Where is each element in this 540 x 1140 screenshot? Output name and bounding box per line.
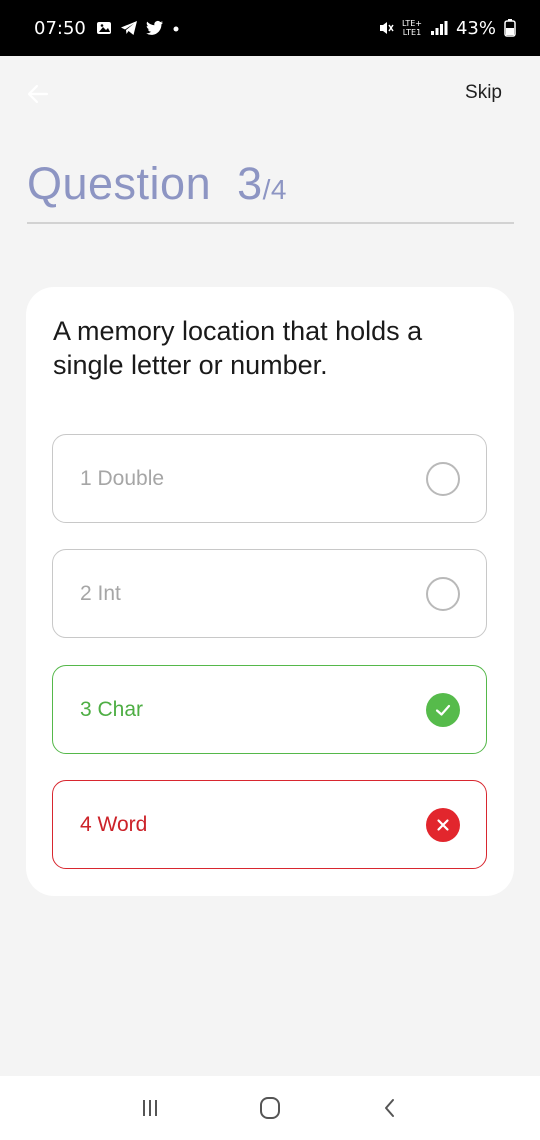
- question-word: Question: [27, 158, 212, 209]
- volte-icon: LTE+ LTE1: [402, 19, 422, 37]
- status-left: 07:50: [34, 18, 180, 39]
- question-total: /4: [262, 174, 288, 205]
- gallery-icon: [96, 22, 111, 34]
- signal-icon: [430, 21, 448, 35]
- arrow-left-icon: [27, 84, 49, 104]
- home-icon: [260, 1097, 280, 1119]
- skip-button[interactable]: Skip: [465, 82, 502, 104]
- radio-empty-icon[interactable]: [426, 461, 460, 496]
- recent-apps-icon: [143, 1100, 157, 1116]
- dot-icon: [173, 26, 179, 32]
- notification-icons: [96, 20, 180, 36]
- page-title: Question 3 /4: [27, 158, 287, 210]
- answer-option-3[interactable]: 3 Char: [52, 665, 487, 754]
- question-prompt: A memory location that holds a single le…: [53, 316, 423, 380]
- question-card: A memory location that holds a single le…: [26, 287, 514, 896]
- radio-empty-icon[interactable]: [426, 576, 460, 611]
- mute-icon: [379, 22, 394, 34]
- battery-icon: [504, 19, 516, 37]
- nav-back-button[interactable]: [370, 1088, 410, 1128]
- twitter-icon: [145, 20, 163, 35]
- check-circle-icon: [426, 692, 460, 727]
- lte-top-text: LTE+: [401, 19, 422, 28]
- status-bar: 07:50 LTE+ LTE1 43%: [0, 0, 540, 56]
- option-label: 3 Char: [80, 697, 144, 721]
- option-label: 2 Int: [80, 581, 121, 605]
- option-label: 1 Double: [80, 466, 165, 490]
- telegram-icon: [120, 21, 137, 35]
- option-label: 4 Word: [80, 812, 148, 836]
- answer-option-1[interactable]: 1 Double: [52, 434, 487, 523]
- question-current: 3: [237, 158, 263, 209]
- lte-bottom-text: LTE1: [402, 28, 422, 37]
- back-button[interactable]: [22, 78, 54, 110]
- status-time: 07:50: [34, 17, 86, 39]
- battery-percent: 43%: [455, 17, 496, 39]
- home-button[interactable]: [250, 1088, 290, 1128]
- system-nav-bar: [0, 1076, 540, 1140]
- x-circle-icon: [426, 807, 460, 842]
- title-divider: [27, 222, 514, 224]
- back-icon: [385, 1099, 394, 1117]
- status-right: LTE+ LTE1 43%: [378, 18, 516, 39]
- answer-option-2[interactable]: 2 Int: [52, 549, 487, 638]
- answer-option-4[interactable]: 4 Word: [52, 780, 487, 869]
- recent-apps-button[interactable]: [130, 1088, 170, 1128]
